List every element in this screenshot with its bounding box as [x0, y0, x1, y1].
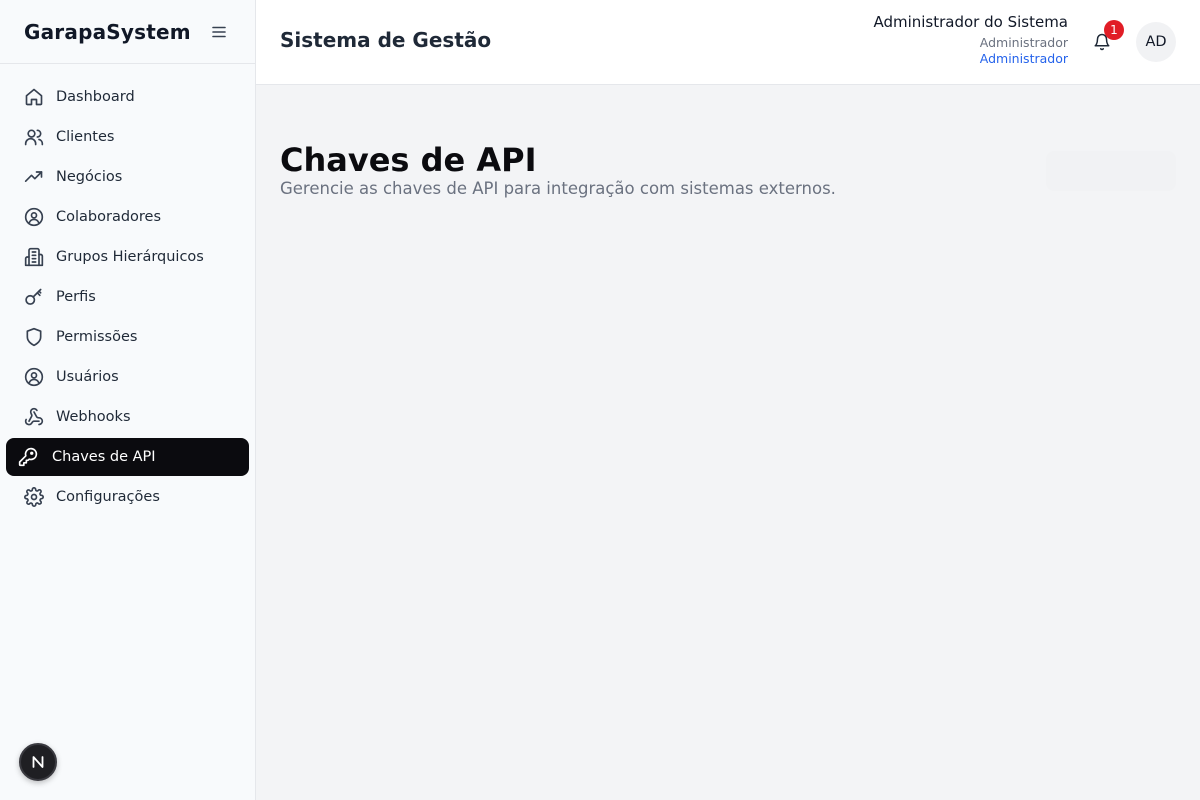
sidebar-nav: Dashboard Clientes Negócios Colaboradore… — [0, 64, 255, 516]
sidebar-item-permissoes[interactable]: Permissões — [6, 318, 249, 356]
sidebar-item-label: Colaboradores — [56, 209, 162, 225]
sidebar-item-negocios[interactable]: Negócios — [6, 158, 249, 196]
avatar[interactable]: AD — [1136, 22, 1176, 62]
sidebar-item-grupos-hierarquicos[interactable]: Grupos Hierárquicos — [6, 238, 249, 276]
user-profile-link[interactable]: Administrador — [873, 52, 1068, 69]
sidebar-item-label: Configurações — [56, 489, 160, 505]
shield-icon — [24, 327, 44, 347]
sidebar-item-perfis[interactable]: Perfis — [6, 278, 249, 316]
main-content: Chaves de API Gerencie as chaves de API … — [256, 85, 1200, 800]
users-icon — [24, 127, 44, 147]
home-icon — [24, 87, 44, 107]
sidebar-item-webhooks[interactable]: Webhooks — [6, 398, 249, 436]
user-name: Administrador do Sistema — [873, 13, 1068, 31]
notification-count-badge: 1 — [1104, 20, 1124, 40]
sidebar-item-dashboard[interactable]: Dashboard — [6, 78, 249, 116]
brand-bar: GarapaSystem — [0, 0, 255, 64]
user-info[interactable]: Administrador do Sistema Administrador A… — [873, 15, 1068, 69]
sidebar-item-label: Permissões — [56, 329, 138, 345]
sidebar-item-label: Chaves de API — [52, 449, 156, 465]
sidebar-item-label: Clientes — [56, 129, 115, 145]
sidebar-item-chaves-de-api[interactable]: Chaves de API — [6, 438, 249, 476]
n-logo-icon — [32, 756, 44, 768]
sidebar-item-label: Negócios — [56, 169, 123, 185]
sidebar-item-label: Grupos Hierárquicos — [56, 249, 204, 265]
webhook-icon — [24, 407, 44, 427]
sidebar-item-usuarios[interactable]: Usuários — [6, 358, 249, 396]
key-icon — [24, 287, 44, 307]
loading-placeholder-button — [1046, 151, 1176, 191]
brand-logo: GarapaSystem — [24, 19, 191, 44]
sidebar-item-configuracoes[interactable]: Configurações — [6, 478, 249, 516]
header-title: Sistema de Gestão — [280, 28, 492, 52]
user-circle-icon — [24, 367, 44, 387]
sidebar-item-clientes[interactable]: Clientes — [6, 118, 249, 156]
page-title: Chaves de API — [280, 141, 537, 179]
user-circle-icon — [24, 207, 44, 227]
menu-icon[interactable] — [207, 20, 231, 44]
sidebar-item-label: Usuários — [56, 369, 119, 385]
sidebar-item-label: Perfis — [56, 289, 96, 305]
key-round-icon — [18, 447, 38, 467]
sidebar-item-colaboradores[interactable]: Colaboradores — [6, 198, 249, 236]
building-icon — [24, 247, 44, 267]
app-root: GarapaSystem Dashboard Clientes Negócios… — [0, 0, 1200, 800]
sidebar-item-label: Dashboard — [56, 89, 135, 105]
sidebar: GarapaSystem Dashboard Clientes Negócios… — [0, 0, 256, 800]
gear-icon — [24, 487, 44, 507]
trending-up-icon — [24, 167, 44, 187]
dev-tools-badge[interactable] — [19, 743, 57, 781]
sidebar-item-label: Webhooks — [56, 409, 131, 425]
top-header: Sistema de Gestão Administrador do Siste… — [256, 0, 1200, 85]
page-subtitle: Gerencie as chaves de API para integraçã… — [280, 179, 836, 198]
